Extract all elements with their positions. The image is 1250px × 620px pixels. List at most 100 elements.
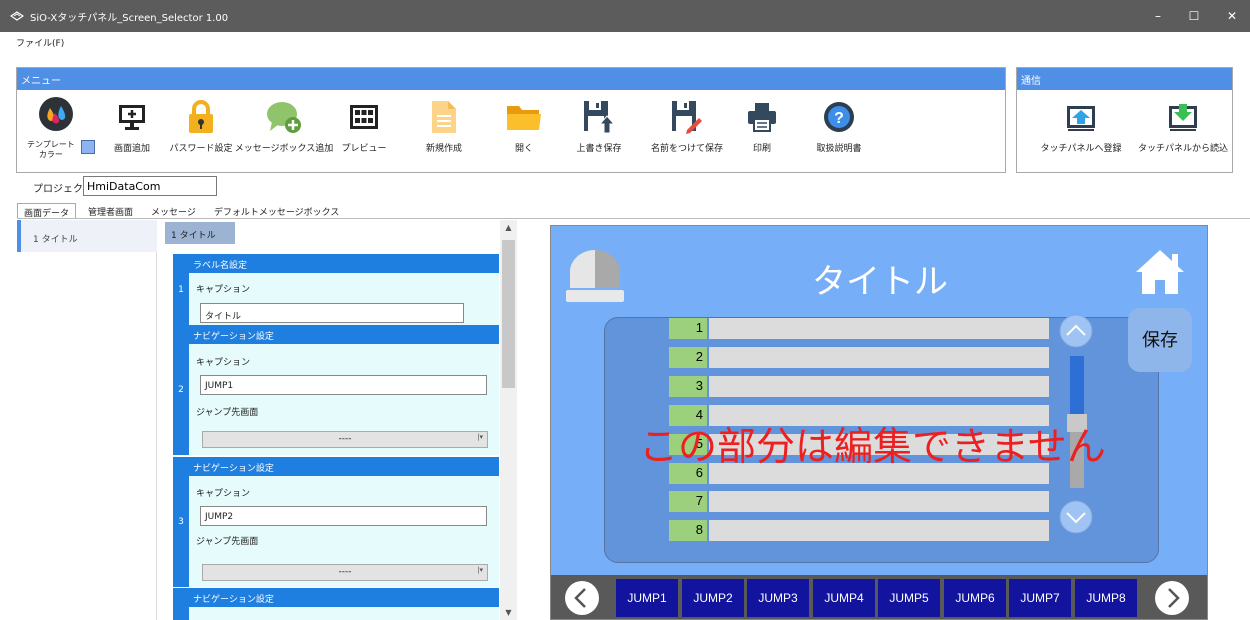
svg-text:?: ?: [834, 110, 844, 127]
preview-nav-bar: JUMP1 JUMP2 JUMP3 JUMP4 JUMP5 JUMP6 JUMP…: [551, 575, 1207, 619]
chevron-down-icon: |▾: [477, 566, 483, 574]
help-icon: ?: [823, 96, 855, 138]
list-item: 2: [669, 347, 1049, 368]
read-label: タッチパネルから読込: [1137, 144, 1228, 154]
caption-input[interactable]: JUMP1: [200, 375, 487, 395]
group-header: ナビゲーション設定: [189, 325, 499, 344]
folder-icon: [506, 96, 542, 138]
overwrite-save-label: 上書き保存: [576, 144, 622, 154]
close-button[interactable]: ✕: [1214, 0, 1250, 32]
template-label-2: カラー: [38, 150, 63, 159]
print-button[interactable]: 印刷: [722, 96, 802, 154]
jump4-button: JUMP4: [813, 579, 875, 617]
list-item: 3: [669, 376, 1049, 397]
group-header: ナビゲーション設定: [189, 457, 499, 476]
add-screen-label: 画面追加: [113, 144, 150, 154]
screen-list-item[interactable]: 1 タイトル: [17, 220, 157, 252]
minimize-button[interactable]: –: [1140, 0, 1176, 32]
register-label: タッチパネルへ登録: [1040, 144, 1122, 154]
preview-save-button: 保存: [1128, 308, 1192, 372]
manual-button[interactable]: ? 取扱説明書: [799, 96, 879, 154]
print-label: 印刷: [752, 144, 771, 154]
password-button[interactable]: パスワード設定: [161, 96, 241, 154]
comm-panel-header: 通信: [1017, 68, 1232, 90]
save-as-button[interactable]: 名前をつけて保存: [647, 96, 727, 154]
read-from-panel-button[interactable]: タッチパネルから読込: [1135, 96, 1231, 154]
jump2-button: JUMP2: [682, 579, 744, 617]
navigation-settings-group: ナビゲーション設定: [173, 588, 499, 620]
preview-grid-icon: [349, 96, 379, 138]
jump-target-label: ジャンプ先画面: [196, 408, 259, 418]
tab-divider: [17, 218, 1250, 219]
screen-preview: タイトル 1 2 3 4 5 6 7 8 保存 この部分は編集できません JUM…: [550, 225, 1208, 620]
list-item: 8: [669, 520, 1049, 541]
color-drops-icon: [38, 96, 74, 135]
group-number: 2: [173, 325, 189, 455]
row-number: 7: [669, 491, 707, 512]
menu-bar: ファイル(F): [0, 32, 1250, 52]
project-name-input[interactable]: [83, 176, 217, 196]
tab-strip: 画面データ 管理者画面 メッセージ デフォルトメッセージボックス: [17, 203, 351, 219]
scroll-up-icon[interactable]: ▲: [500, 223, 517, 232]
navigation-settings-group: 2 ナビゲーション設定 キャプション JUMP1 ジャンプ先画面 ---- |▾: [173, 325, 499, 455]
add-messagebox-button[interactable]: メッセージボックス追加: [235, 96, 333, 154]
jump5-button: JUMP5: [878, 579, 940, 617]
caption-label: キャプション: [196, 285, 251, 295]
jump7-button: JUMP7: [1009, 579, 1071, 617]
printer-icon: [747, 96, 777, 138]
caption-label: キャプション: [196, 489, 251, 499]
row-number: 8: [669, 520, 707, 541]
scrollbar-thumb[interactable]: [502, 240, 515, 388]
home-icon: [1134, 248, 1186, 299]
save-as-label: 名前をつけて保存: [650, 144, 723, 154]
tab-default-messagebox[interactable]: デフォルトメッセージボックス: [208, 203, 346, 219]
tab-screen-data[interactable]: 画面データ: [17, 203, 77, 219]
group-number: 1: [173, 254, 189, 325]
menu-file[interactable]: ファイル(F): [16, 36, 64, 49]
password-label: パスワード設定: [169, 144, 233, 154]
app-logo-icon: [10, 11, 24, 21]
list-item: 7: [669, 491, 1049, 512]
row-number: 1: [669, 318, 707, 339]
jump8-button: JUMP8: [1075, 579, 1137, 617]
template-color-tool[interactable]: テンプレート カラー: [17, 96, 97, 171]
maximize-button[interactable]: ☐: [1176, 0, 1212, 32]
upload-to-panel-icon: [1066, 96, 1096, 138]
jump3-button: JUMP3: [747, 579, 809, 617]
label-settings-group: 1 ラベル名設定 キャプション タイトル: [173, 254, 499, 325]
template-label: テンプレート: [27, 140, 75, 149]
overwrite-save-button[interactable]: 上書き保存: [559, 96, 639, 154]
caption-input[interactable]: タイトル: [200, 303, 464, 323]
caption-input[interactable]: JUMP2: [200, 506, 487, 526]
window-title: SiO-Xタッチパネル_Screen_Selector 1.00: [30, 12, 229, 24]
open-button[interactable]: 開く: [484, 96, 564, 154]
tab-message[interactable]: メッセージ: [145, 203, 202, 219]
editor-tab[interactable]: 1 タイトル: [165, 222, 235, 244]
chevron-up-icon: [1059, 314, 1093, 351]
jump-target-label: ジャンプ先画面: [196, 537, 259, 547]
jump-target-value: ----: [338, 567, 352, 577]
preview-button[interactable]: プレビュー: [324, 96, 404, 154]
comm-panel: 通信 タッチパネルへ登録 タッチパネルから読込: [1016, 67, 1233, 173]
group-header: ラベル名設定: [189, 254, 499, 273]
menu-panel-header: メニュー: [17, 68, 1005, 90]
new-document-icon: [431, 96, 457, 138]
add-screen-button[interactable]: 画面追加: [92, 96, 172, 154]
preview-label: プレビュー: [341, 144, 387, 154]
jump-target-select[interactable]: ---- |▾: [202, 564, 488, 581]
jump-target-value: ----: [338, 434, 352, 444]
tab-admin-screen[interactable]: 管理者画面: [82, 203, 139, 219]
open-label: 開く: [514, 144, 533, 154]
monitor-add-icon: [117, 96, 147, 138]
download-from-panel-icon: [1168, 96, 1198, 138]
list-item: 1: [669, 318, 1049, 339]
new-document-button[interactable]: 新規作成: [404, 96, 484, 154]
register-to-panel-button[interactable]: タッチパネルへ登録: [1037, 96, 1125, 154]
row-number: 3: [669, 376, 707, 397]
scroll-down-icon[interactable]: ▼: [500, 608, 517, 617]
title-bar: SiO-Xタッチパネル_Screen_Selector 1.00 – ☐ ✕: [0, 0, 1250, 32]
editor-scrollbar[interactable]: ▲ ▼: [500, 220, 517, 620]
chevron-down-icon: [1059, 500, 1093, 537]
navigation-settings-group: 3 ナビゲーション設定 キャプション JUMP2 ジャンプ先画面 ---- |▾: [173, 457, 499, 587]
jump-target-select[interactable]: ---- |▾: [202, 431, 488, 448]
